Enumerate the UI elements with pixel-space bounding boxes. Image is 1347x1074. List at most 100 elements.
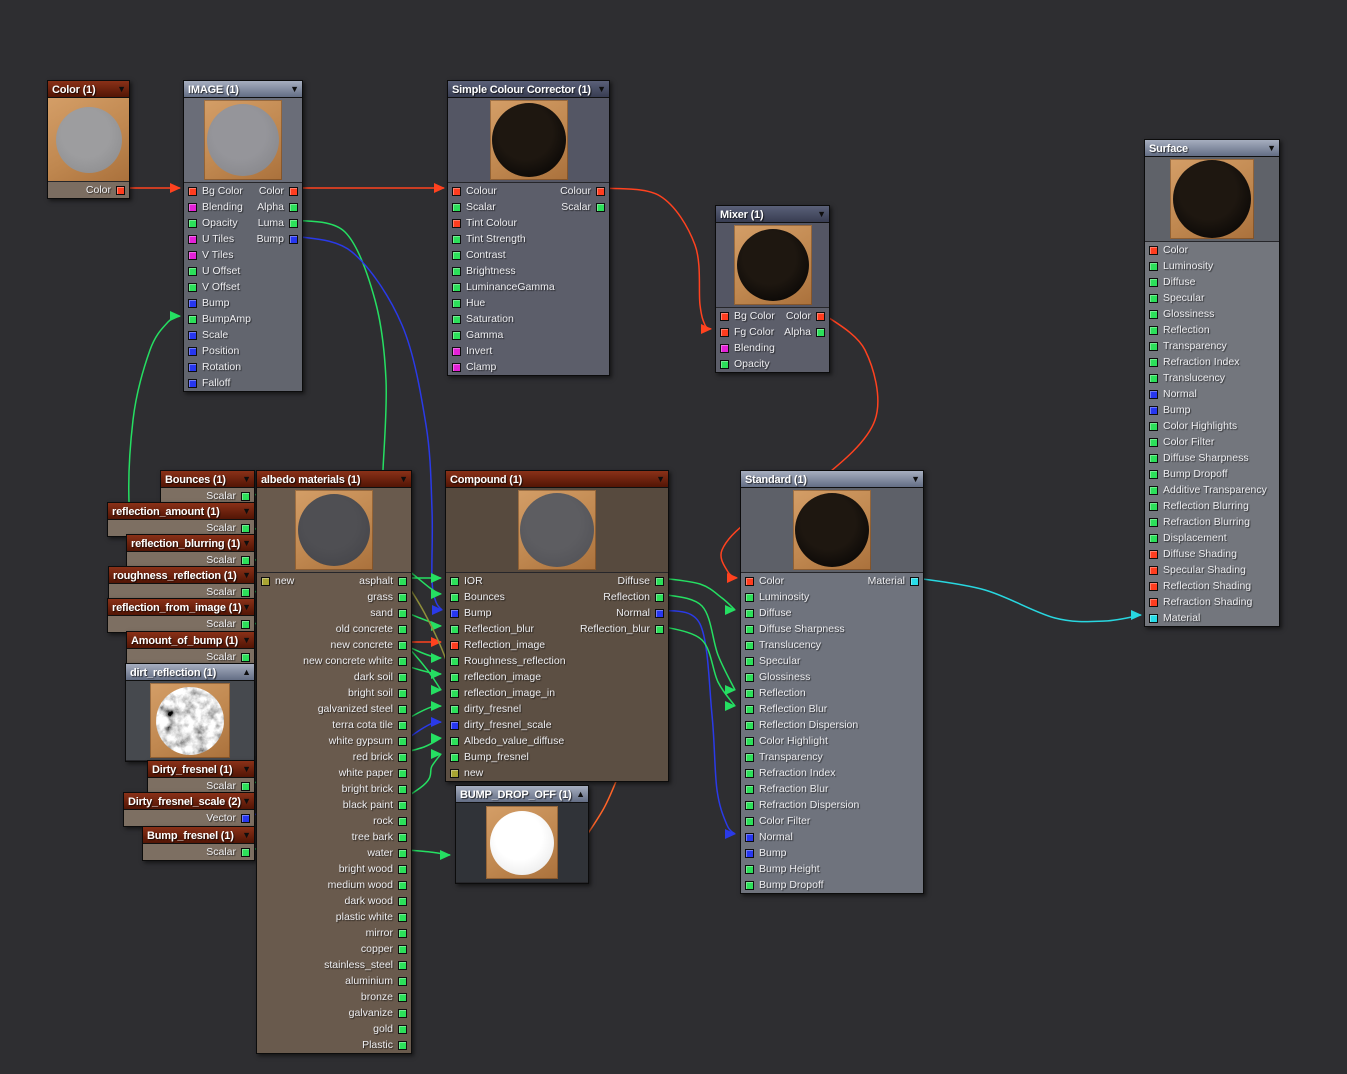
dropdown-arrow-icon[interactable]: ▼ bbox=[242, 632, 251, 648]
output-port-galvanized-steel[interactable] bbox=[398, 705, 407, 714]
input-port-new[interactable] bbox=[450, 769, 459, 778]
node-title-bar-roughness_reflection[interactable]: roughness_reflection (1)▼ bbox=[109, 567, 254, 584]
output-port-white-gypsum[interactable] bbox=[398, 737, 407, 746]
dropdown-arrow-icon[interactable]: ▼ bbox=[242, 535, 251, 551]
input-port-clamp[interactable] bbox=[452, 363, 461, 372]
input-port-diffuse[interactable] bbox=[1149, 278, 1158, 287]
node-bump_fresnel[interactable]: Bump_fresnel (1)▼Scalar bbox=[142, 826, 255, 861]
node-title-bar-bump_fresnel[interactable]: Bump_fresnel (1)▼ bbox=[143, 827, 254, 844]
output-port-scalar[interactable] bbox=[241, 588, 250, 597]
input-port-displacement[interactable] bbox=[1149, 534, 1158, 543]
output-port-rock[interactable] bbox=[398, 817, 407, 826]
node-editor-canvas[interactable]: Color (1)▼ColorIMAGE (1)▼Bg ColorBlendin… bbox=[0, 0, 1347, 1074]
output-port-terra-cota-tile[interactable] bbox=[398, 721, 407, 730]
input-port-falloff[interactable] bbox=[188, 379, 197, 388]
output-port-color[interactable] bbox=[816, 312, 825, 321]
input-port-refraction-index[interactable] bbox=[745, 769, 754, 778]
input-port-reflection-image[interactable] bbox=[450, 641, 459, 650]
output-port-new-concrete[interactable] bbox=[398, 641, 407, 650]
input-port-diffuse[interactable] bbox=[745, 609, 754, 618]
node-title-bar-mixer[interactable]: Mixer (1)▼ bbox=[716, 206, 829, 223]
node-title-bar-amount_of_bump[interactable]: Amount_of_bump (1)▼ bbox=[127, 632, 254, 649]
input-port-position[interactable] bbox=[188, 347, 197, 356]
input-port-contrast[interactable] bbox=[452, 251, 461, 260]
input-port-color[interactable] bbox=[1149, 246, 1158, 255]
input-port-diffuse-sharpness[interactable] bbox=[745, 625, 754, 634]
node-title-bar-albedo_materials[interactable]: albedo materials (1)▼ bbox=[257, 471, 411, 488]
output-port-scalar[interactable] bbox=[596, 203, 605, 212]
input-port-specular[interactable] bbox=[745, 657, 754, 666]
node-dirty_fresnel[interactable]: Dirty_fresnel (1)▼Scalar bbox=[147, 760, 255, 795]
output-port-plastic[interactable] bbox=[398, 1041, 407, 1050]
input-port-diffuse-sharpness[interactable] bbox=[1149, 454, 1158, 463]
input-port-glossiness[interactable] bbox=[745, 673, 754, 682]
node-bounces[interactable]: Bounces (1)▼Scalar bbox=[160, 470, 255, 505]
input-port-u-offset[interactable] bbox=[188, 267, 197, 276]
node-mixer[interactable]: Mixer (1)▼Bg ColorFg ColorBlendingOpacit… bbox=[715, 205, 830, 373]
output-port-scalar[interactable] bbox=[241, 492, 250, 501]
input-port-reflection-shading[interactable] bbox=[1149, 582, 1158, 591]
input-port-bumpamp[interactable] bbox=[188, 315, 197, 324]
input-port-reflection[interactable] bbox=[1149, 326, 1158, 335]
input-port-specular[interactable] bbox=[1149, 294, 1158, 303]
input-port-hue[interactable] bbox=[452, 299, 461, 308]
input-port-color-highlights[interactable] bbox=[1149, 422, 1158, 431]
input-port-rotation[interactable] bbox=[188, 363, 197, 372]
node-title-bar-reflection_amount[interactable]: reflection_amount (1)▼ bbox=[108, 503, 254, 520]
node-albedo_materials[interactable]: albedo materials (1)▼newasphaltgrasssand… bbox=[256, 470, 412, 1054]
node-title-bar-scc[interactable]: Simple Colour Corrector (1)▼ bbox=[448, 81, 609, 98]
input-port-refraction-blur[interactable] bbox=[745, 785, 754, 794]
dropdown-arrow-icon[interactable]: ▼ bbox=[1267, 140, 1276, 156]
input-port-scale[interactable] bbox=[188, 331, 197, 340]
input-port-color-filter[interactable] bbox=[1149, 438, 1158, 447]
input-port-material[interactable] bbox=[1149, 614, 1158, 623]
output-port-normal[interactable] bbox=[655, 609, 664, 618]
input-port-transparency[interactable] bbox=[1149, 342, 1158, 351]
dropdown-arrow-icon[interactable]: ▼ bbox=[242, 471, 251, 487]
node-title-bar-bump_drop_off[interactable]: BUMP_DROP_OFF (1)▲ bbox=[456, 786, 588, 803]
input-port-roughness-reflection[interactable] bbox=[450, 657, 459, 666]
input-port-dirty-fresnel[interactable] bbox=[450, 705, 459, 714]
node-title-bar-dirty_fresnel_scale[interactable]: Dirty_fresnel_scale (2)▼ bbox=[124, 793, 254, 810]
node-title-bar-reflection_from_image[interactable]: reflection_from_image (1)▼ bbox=[108, 599, 254, 616]
input-port-tint-strength[interactable] bbox=[452, 235, 461, 244]
node-image[interactable]: IMAGE (1)▼Bg ColorBlendingOpacityU Tiles… bbox=[183, 80, 303, 392]
output-port-tree-bark[interactable] bbox=[398, 833, 407, 842]
output-port-scalar[interactable] bbox=[241, 620, 250, 629]
node-title-bar-surface[interactable]: Surface▼ bbox=[1145, 140, 1279, 157]
output-port-stainless-steel[interactable] bbox=[398, 961, 407, 970]
input-port-reflection-image-in[interactable] bbox=[450, 689, 459, 698]
output-port-dark-soil[interactable] bbox=[398, 673, 407, 682]
input-port-reflection-dispersion[interactable] bbox=[745, 721, 754, 730]
input-port-gamma[interactable] bbox=[452, 331, 461, 340]
node-surface[interactable]: Surface▼ColorLuminosityDiffuseSpecularGl… bbox=[1144, 139, 1280, 627]
output-port-vector[interactable] bbox=[241, 814, 250, 823]
node-title-bar-dirty_fresnel[interactable]: Dirty_fresnel (1)▼ bbox=[148, 761, 254, 778]
input-port-saturation[interactable] bbox=[452, 315, 461, 324]
output-port-water[interactable] bbox=[398, 849, 407, 858]
dropdown-arrow-icon[interactable]: ▼ bbox=[242, 503, 251, 519]
input-port-blending[interactable] bbox=[720, 344, 729, 353]
node-amount_of_bump[interactable]: Amount_of_bump (1)▼Scalar bbox=[126, 631, 255, 666]
input-port-bump-dropoff[interactable] bbox=[745, 881, 754, 890]
dropdown-arrow-icon[interactable]: ▼ bbox=[242, 599, 251, 615]
dropdown-arrow-icon[interactable]: ▼ bbox=[290, 81, 299, 97]
input-port-brightness[interactable] bbox=[452, 267, 461, 276]
output-port-bump[interactable] bbox=[289, 235, 298, 244]
input-port-reflection[interactable] bbox=[745, 689, 754, 698]
dropdown-arrow-icon[interactable]: ▼ bbox=[399, 471, 408, 487]
collapse-up-icon[interactable]: ▲ bbox=[576, 786, 585, 802]
output-port-scalar[interactable] bbox=[241, 782, 250, 791]
dropdown-arrow-icon[interactable]: ▼ bbox=[242, 793, 251, 809]
output-port-colour[interactable] bbox=[596, 187, 605, 196]
input-port-color-highlight[interactable] bbox=[745, 737, 754, 746]
node-title-bar-standard[interactable]: Standard (1)▼ bbox=[741, 471, 923, 488]
output-port-gold[interactable] bbox=[398, 1025, 407, 1034]
dropdown-arrow-icon[interactable]: ▼ bbox=[597, 81, 606, 97]
node-dirt_reflection[interactable]: dirt_reflection (1)▲ bbox=[125, 663, 255, 762]
input-port-refraction-index[interactable] bbox=[1149, 358, 1158, 367]
output-port-color[interactable] bbox=[289, 187, 298, 196]
input-port-normal[interactable] bbox=[1149, 390, 1158, 399]
input-port-diffuse-shading[interactable] bbox=[1149, 550, 1158, 559]
output-port-mirror[interactable] bbox=[398, 929, 407, 938]
